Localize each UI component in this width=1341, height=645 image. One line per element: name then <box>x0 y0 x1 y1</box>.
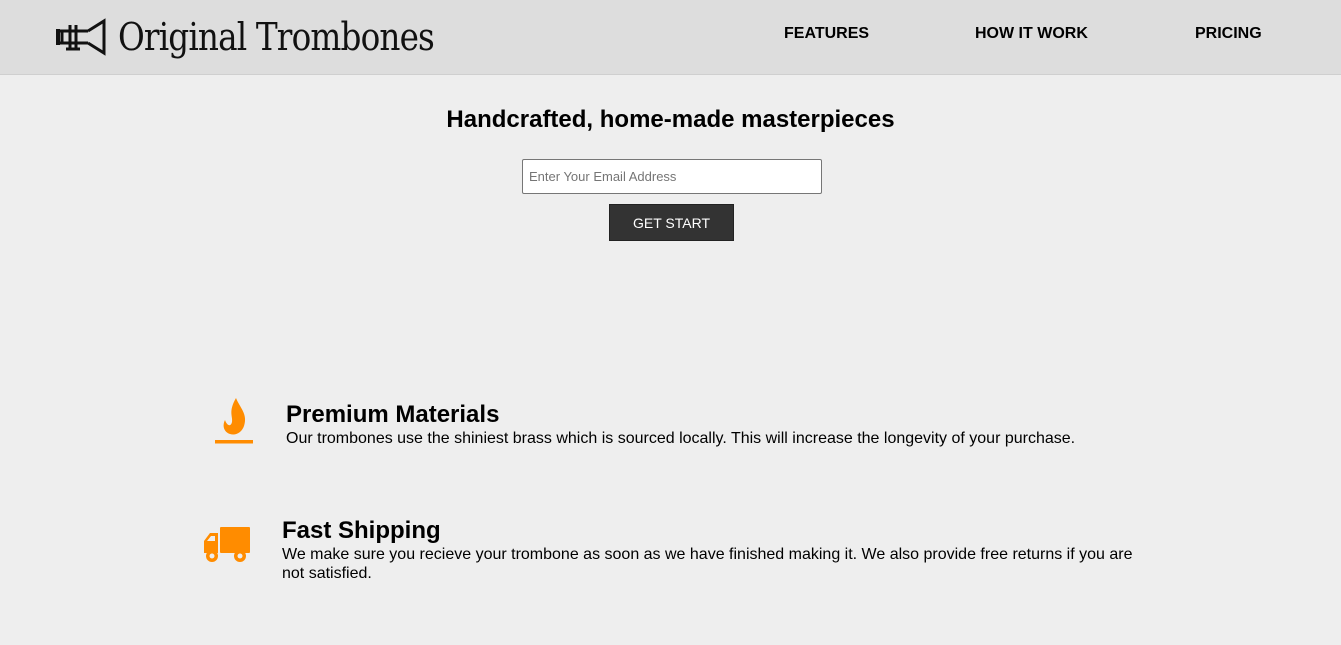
feature-description: We make sure you recieve your trombone a… <box>282 546 1133 582</box>
feature-title: Fast Shipping <box>282 517 441 544</box>
feature-title: Premium Materials <box>286 401 500 428</box>
nav-link-features[interactable]: FEATURES <box>784 25 869 43</box>
get-start-button[interactable]: GET START <box>609 204 734 241</box>
nav-link-how-it-work[interactable]: HOW IT WORK <box>975 25 1088 43</box>
feature-description: Our trombones use the shiniest brass whi… <box>286 430 1076 447</box>
hero-title: Handcrafted, home-made masterpieces <box>446 106 895 133</box>
main-nav: FEATURES HOW IT WORK PRICING <box>0 25 1341 45</box>
fire-icon <box>215 398 253 444</box>
truck-icon <box>204 527 250 562</box>
email-input[interactable] <box>522 159 822 194</box>
site-header: Original Trombones FEATURES HOW IT WORK … <box>0 0 1341 75</box>
nav-link-pricing[interactable]: PRICING <box>1195 25 1262 43</box>
